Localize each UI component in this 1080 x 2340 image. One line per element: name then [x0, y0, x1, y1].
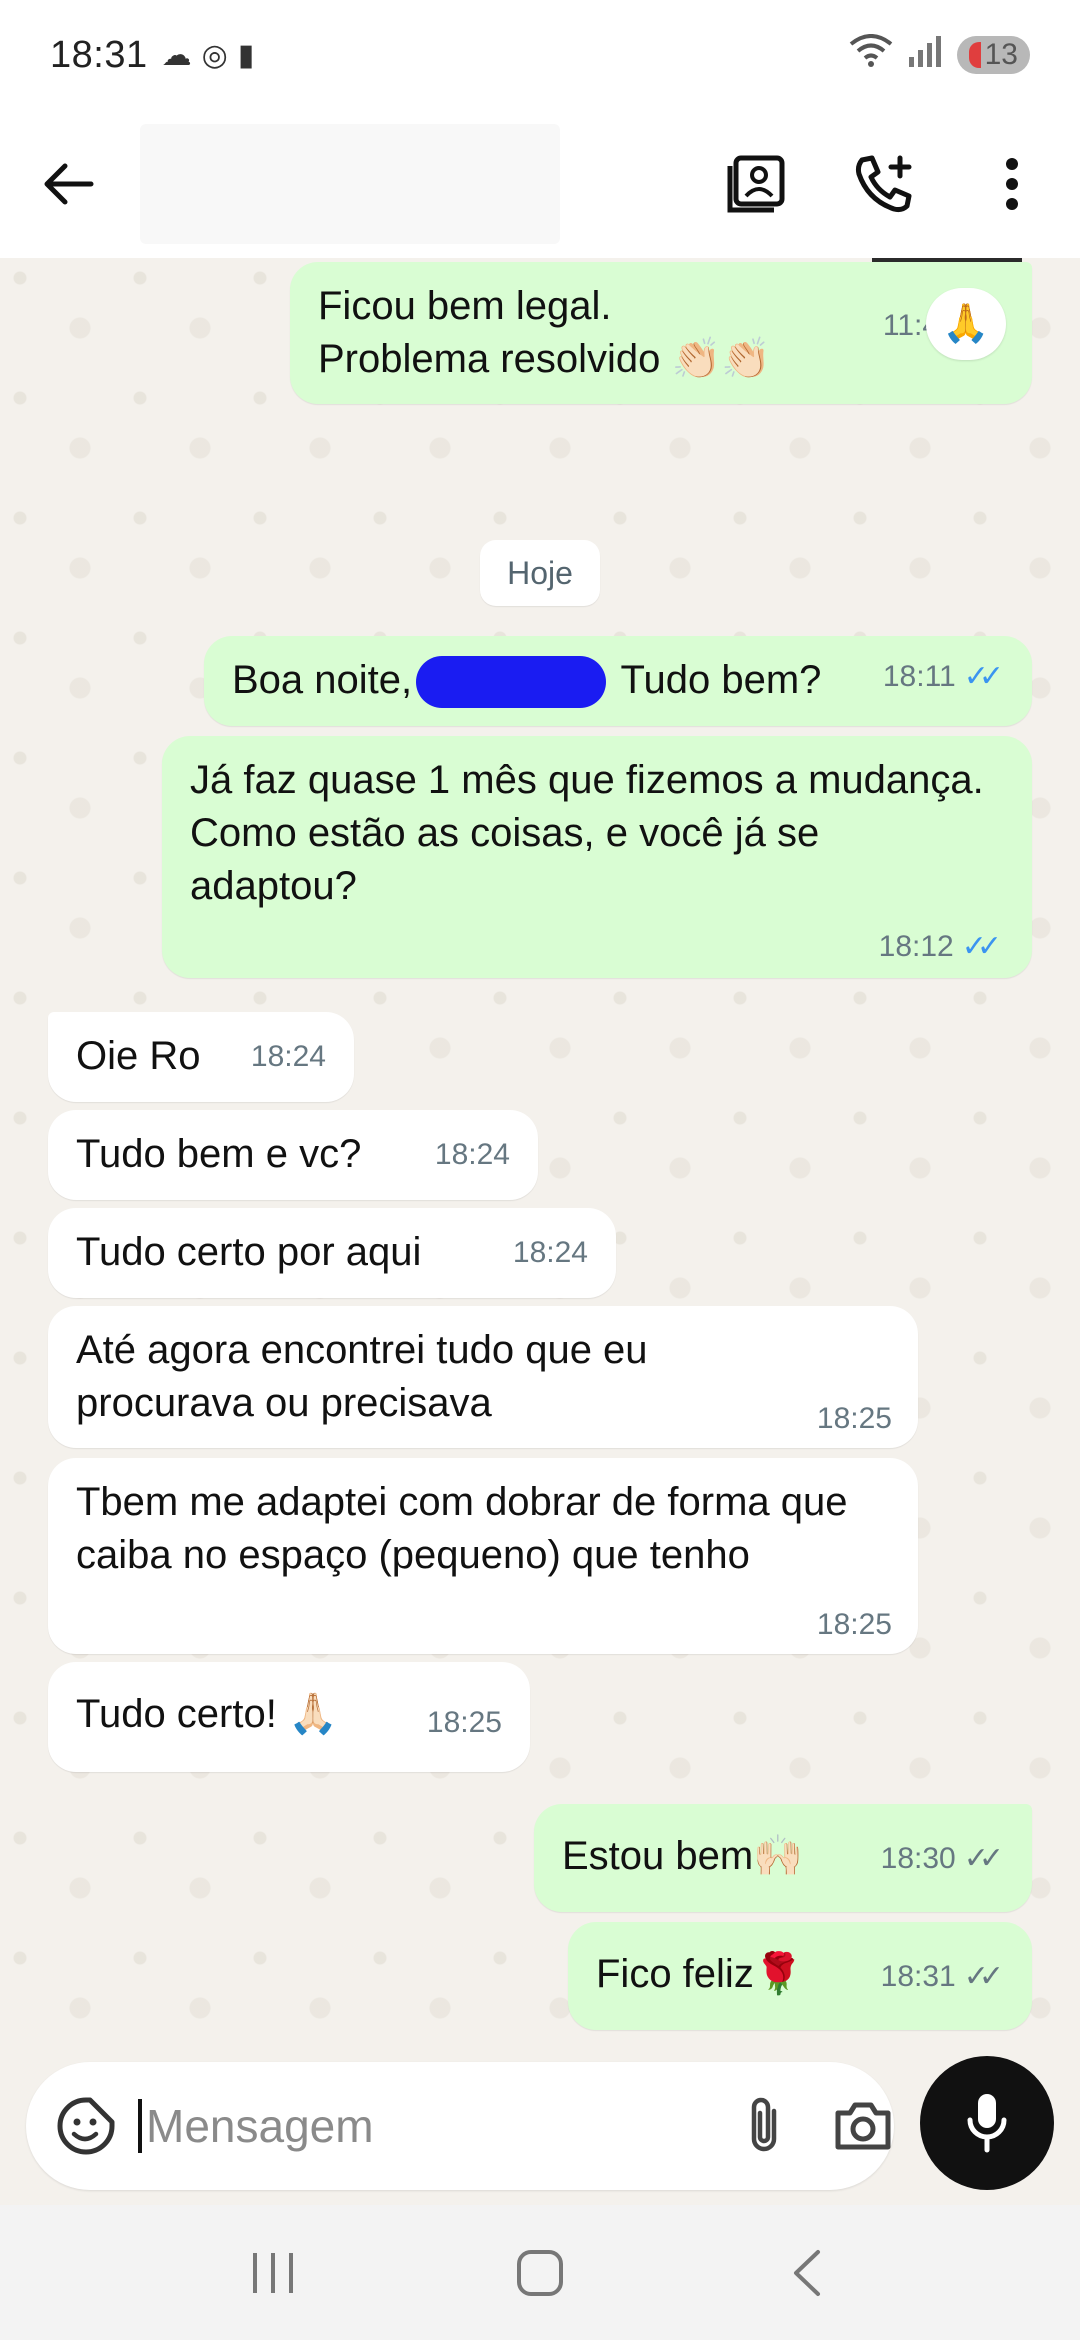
read-receipt-icon: ✓✓	[963, 660, 1004, 693]
back-arrow-icon	[44, 163, 94, 205]
message-text: Já faz quase 1 mês que fizemos a mudança…	[190, 758, 984, 908]
message-text-part: Tudo bem?	[610, 658, 822, 702]
message-outgoing[interactable]: Estou bem🙌🏻 18:30 ✓✓	[534, 1804, 1032, 1912]
date-separator: Hoje	[480, 540, 600, 606]
message-input[interactable]	[138, 2099, 744, 2153]
message-time: 18:11	[882, 660, 956, 693]
message-incoming[interactable]: Oie Ro 18:24	[48, 1012, 354, 1102]
voice-message-button[interactable]	[920, 2056, 1054, 2190]
message-text: Fico feliz🌹	[596, 1952, 804, 1996]
message-meta: 18:12 ✓✓	[879, 932, 1002, 962]
message-meta: 18:31 ✓✓	[881, 1962, 1004, 1992]
message-time: 18:25	[816, 1608, 892, 1641]
header-actions	[724, 152, 1044, 216]
battery-low-indicator	[968, 42, 981, 68]
message-text: Tudo certo por aqui	[76, 1230, 422, 1274]
contact-info-redacted[interactable]	[140, 124, 560, 244]
read-receipt-icon: ✓✓	[961, 930, 1002, 963]
message-text: Tudo certo! 🙏🏻	[76, 1692, 338, 1736]
message-incoming[interactable]: Tudo certo por aqui 18:24	[48, 1208, 616, 1298]
status-system-icons: 13	[849, 34, 1030, 76]
message-outgoing[interactable]: Boa noite, Tudo bem? 18:11 ✓✓	[204, 636, 1032, 726]
message-time: 18:24	[512, 1236, 588, 1269]
message-meta: 18:25	[817, 1404, 892, 1434]
message-text: Oie Ro	[76, 1034, 201, 1078]
message-meta: 18:30 ✓✓	[881, 1844, 1004, 1874]
sticker-icon	[57, 2097, 115, 2155]
system-navigation-bar	[0, 2205, 1080, 2340]
more-options-button[interactable]	[980, 152, 1044, 216]
message-text: Estou bem🙌🏻	[562, 1834, 804, 1878]
status-time: 18:31	[50, 33, 148, 76]
message-time: 18:30	[880, 1842, 956, 1875]
add-call-button[interactable]	[852, 152, 916, 216]
message-time: 18:24	[434, 1138, 510, 1171]
message-text: Até agora encontrei tudo que eu procurav…	[76, 1328, 659, 1425]
delivered-receipt-icon: ✓✓	[963, 1960, 1004, 1993]
message-meta: 18:24	[435, 1140, 510, 1170]
camera-button[interactable]	[832, 2094, 894, 2158]
sticker-button[interactable]	[56, 2094, 116, 2158]
message-incoming[interactable]: Tudo certo! 🙏🏻 18:25	[48, 1662, 530, 1772]
message-text: Ficou bem legal. Problema resolvido 👏🏻👏🏻	[318, 284, 772, 381]
contact-card-button[interactable]	[724, 152, 788, 216]
message-outgoing[interactable]: Ficou bem legal. Problema resolvido 👏🏻👏🏻…	[290, 262, 1032, 404]
message-time: 18:25	[816, 1402, 892, 1435]
delivered-receipt-icon: ✓✓	[963, 1842, 1004, 1875]
message-meta: 18:11 ✓✓	[883, 662, 1004, 692]
message-composer	[26, 2062, 894, 2190]
battery-level: 13	[984, 38, 1018, 71]
attach-button[interactable]	[744, 2094, 784, 2158]
chat-messages-area[interactable]: Ficou bem legal. Problema resolvido 👏🏻👏🏻…	[0, 258, 1080, 2058]
recent-apps-icon	[253, 2252, 294, 2293]
message-outgoing[interactable]: Fico feliz🌹 18:31 ✓✓	[568, 1922, 1032, 2030]
chevron-left-icon	[793, 2249, 820, 2296]
message-text: Tudo bem e vc?	[76, 1132, 362, 1176]
chat-header	[0, 110, 1080, 258]
microphone-icon	[967, 2094, 1007, 2153]
message-reaction[interactable]: 🙏	[926, 288, 1006, 360]
message-incoming[interactable]: Tudo bem e vc? 18:24	[48, 1110, 538, 1200]
message-meta: 18:25	[427, 1708, 502, 1738]
message-incoming[interactable]: Até agora encontrei tudo que eu procurav…	[48, 1306, 918, 1448]
message-time: 18:12	[878, 930, 954, 963]
message-time: 18:24	[250, 1040, 326, 1073]
whatsapp-icon: ◎	[201, 38, 228, 72]
message-text-part: Boa noite,	[232, 658, 413, 702]
add-call-icon	[855, 155, 912, 213]
message-text: Tbem me adaptei com dobrar de forma que …	[76, 1480, 859, 1577]
contact-card-icon	[727, 155, 785, 213]
status-notification-icons: ☁ ◎ ▮	[162, 38, 255, 73]
signal-icon	[907, 35, 943, 75]
paperclip-icon	[751, 2097, 777, 2152]
message-meta: 18:24	[251, 1042, 326, 1072]
redacted-name	[416, 656, 607, 709]
system-back-button[interactable]	[767, 2233, 847, 2313]
battery-icon: 13	[956, 36, 1030, 74]
message-meta: 18:24	[513, 1238, 588, 1268]
recent-apps-button[interactable]	[233, 2233, 313, 2313]
wifi-icon	[849, 34, 893, 76]
message-time: 18:31	[880, 1960, 956, 1993]
back-button[interactable]	[36, 152, 100, 216]
cloud-icon: ☁	[161, 38, 192, 72]
camera-icon	[835, 2102, 891, 2150]
message-incoming[interactable]: Tbem me adaptei com dobrar de forma que …	[48, 1458, 918, 1654]
message-time: 18:25	[426, 1706, 502, 1739]
home-icon	[516, 2249, 563, 2296]
message-meta: 18:25	[817, 1610, 892, 1640]
status-bar: 18:31 ☁ ◎ ▮ 13	[0, 0, 1080, 110]
more-vert-icon	[1006, 158, 1018, 210]
home-button[interactable]	[500, 2233, 580, 2313]
message-outgoing[interactable]: Já faz quase 1 mês que fizemos a mudança…	[162, 736, 1032, 978]
clipboard-icon: ▮	[237, 38, 255, 72]
